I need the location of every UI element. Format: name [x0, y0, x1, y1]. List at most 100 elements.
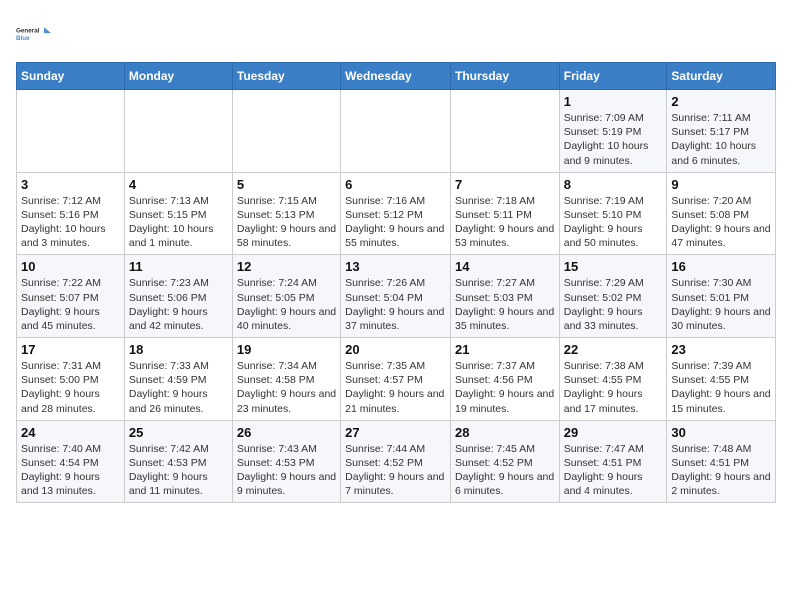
calendar-cell: 3 Sunrise: 7:12 AM Sunset: 5:16 PM Daylig…: [17, 172, 125, 255]
calendar-cell: [124, 90, 232, 173]
calendar-cell: 21Sunrise: 7:37 AM Sunset: 4:56 PM Dayli…: [450, 338, 559, 421]
day-number: 11: [129, 259, 228, 274]
calendar-cell: 1 Sunrise: 7:09 AM Sunset: 5:19 PM Daylig…: [559, 90, 667, 173]
day-info: Sunrise: 7:15 AM Sunset: 5:13 PM Dayligh…: [237, 194, 336, 251]
day-info: Sunrise: 7:23 AM Sunset: 5:06 PM Dayligh…: [129, 276, 228, 333]
calendar-cell: 24 Sunrise: 7:40 AM Sunset: 4:54 PM Dayli…: [17, 420, 125, 503]
calendar-cell: 9 Sunrise: 7:20 AM Sunset: 5:08 PM Daylig…: [667, 172, 776, 255]
calendar-cell: 13 Sunrise: 7:26 AM Sunset: 5:04 PM Dayli…: [341, 255, 451, 338]
calendar-cell: 30 Sunrise: 7:48 AM Sunset: 4:51 PM Dayli…: [667, 420, 776, 503]
day-info: Sunrise: 7:45 AM Sunset: 4:52 PM Dayligh…: [455, 442, 555, 499]
day-info: Sunrise: 7:43 AM Sunset: 4:53 PM Dayligh…: [237, 442, 336, 499]
calendar-cell: 6 Sunrise: 7:16 AM Sunset: 5:12 PM Daylig…: [341, 172, 451, 255]
day-info: Sunrise: 7:38 AM Sunset: 4:55 PM Dayligh…: [564, 359, 663, 416]
calendar-cell: 18Sunrise: 7:33 AM Sunset: 4:59 PM Dayli…: [124, 338, 232, 421]
calendar-cell: 2 Sunrise: 7:11 AM Sunset: 5:17 PM Daylig…: [667, 90, 776, 173]
calendar-week-row: 1 Sunrise: 7:09 AM Sunset: 5:19 PM Daylig…: [17, 90, 776, 173]
day-number: 21: [455, 342, 555, 357]
day-number: 9: [671, 177, 771, 192]
calendar-cell: 14 Sunrise: 7:27 AM Sunset: 5:03 PM Dayli…: [450, 255, 559, 338]
calendar-cell: 12 Sunrise: 7:24 AM Sunset: 5:05 PM Dayli…: [232, 255, 340, 338]
svg-text:Blue: Blue: [16, 35, 30, 42]
day-number: 18: [129, 342, 228, 357]
day-number: 15: [564, 259, 663, 274]
day-number: 3: [21, 177, 120, 192]
day-number: 12: [237, 259, 336, 274]
day-info: Sunrise: 7:20 AM Sunset: 5:08 PM Dayligh…: [671, 194, 771, 251]
day-number: 26: [237, 425, 336, 440]
day-number: 6: [345, 177, 446, 192]
day-number: 13: [345, 259, 446, 274]
day-info: Sunrise: 7:30 AM Sunset: 5:01 PM Dayligh…: [671, 276, 771, 333]
day-number: 7: [455, 177, 555, 192]
calendar-cell: 10 Sunrise: 7:22 AM Sunset: 5:07 PM Dayli…: [17, 255, 125, 338]
day-number: 22: [564, 342, 663, 357]
calendar-cell: 29 Sunrise: 7:47 AM Sunset: 4:51 PM Dayli…: [559, 420, 667, 503]
calendar-cell: [232, 90, 340, 173]
day-number: 27: [345, 425, 446, 440]
weekday-header-tuesday: Tuesday: [232, 63, 340, 90]
calendar-cell: 20 Sunrise: 7:35 AM Sunset: 4:57 PM Dayli…: [341, 338, 451, 421]
calendar-cell: 25 Sunrise: 7:42 AM Sunset: 4:53 PM Dayli…: [124, 420, 232, 503]
calendar-week-row: 24 Sunrise: 7:40 AM Sunset: 4:54 PM Dayli…: [17, 420, 776, 503]
weekday-header-wednesday: Wednesday: [341, 63, 451, 90]
day-info: Sunrise: 7:22 AM Sunset: 5:07 PM Dayligh…: [21, 276, 120, 333]
calendar-body: 1 Sunrise: 7:09 AM Sunset: 5:19 PM Daylig…: [17, 90, 776, 503]
calendar-week-row: 3 Sunrise: 7:12 AM Sunset: 5:16 PM Daylig…: [17, 172, 776, 255]
calendar-cell: [341, 90, 451, 173]
calendar-cell: 8Sunrise: 7:19 AM Sunset: 5:10 PM Daylig…: [559, 172, 667, 255]
day-number: 17: [21, 342, 120, 357]
logo-icon: GeneralBlue: [16, 16, 52, 52]
calendar-cell: 7 Sunrise: 7:18 AM Sunset: 5:11 PM Daylig…: [450, 172, 559, 255]
day-info: Sunrise: 7:11 AM Sunset: 5:17 PM Dayligh…: [671, 111, 771, 168]
calendar-cell: 19 Sunrise: 7:34 AM Sunset: 4:58 PM Dayli…: [232, 338, 340, 421]
day-number: 14: [455, 259, 555, 274]
day-info: Sunrise: 7:47 AM Sunset: 4:51 PM Dayligh…: [564, 442, 663, 499]
day-number: 19: [237, 342, 336, 357]
weekday-header-friday: Friday: [559, 63, 667, 90]
day-number: 2: [671, 94, 771, 109]
weekday-header-monday: Monday: [124, 63, 232, 90]
day-number: 30: [671, 425, 771, 440]
calendar-table: SundayMondayTuesdayWednesdayThursdayFrid…: [16, 62, 776, 503]
svg-text:General: General: [16, 28, 40, 35]
day-info: Sunrise: 7:39 AM Sunset: 4:55 PM Dayligh…: [671, 359, 771, 416]
day-info: Sunrise: 7:34 AM Sunset: 4:58 PM Dayligh…: [237, 359, 336, 416]
day-number: 29: [564, 425, 663, 440]
day-number: 4: [129, 177, 228, 192]
day-number: 20: [345, 342, 446, 357]
day-info: Sunrise: 7:09 AM Sunset: 5:19 PM Dayligh…: [564, 111, 663, 168]
day-number: 10: [21, 259, 120, 274]
day-info: Sunrise: 7:48 AM Sunset: 4:51 PM Dayligh…: [671, 442, 771, 499]
day-info: Sunrise: 7:24 AM Sunset: 5:05 PM Dayligh…: [237, 276, 336, 333]
day-info: Sunrise: 7:35 AM Sunset: 4:57 PM Dayligh…: [345, 359, 446, 416]
day-info: Sunrise: 7:18 AM Sunset: 5:11 PM Dayligh…: [455, 194, 555, 251]
day-number: 25: [129, 425, 228, 440]
calendar-cell: 27 Sunrise: 7:44 AM Sunset: 4:52 PM Dayli…: [341, 420, 451, 503]
day-number: 1: [564, 94, 663, 109]
day-info: Sunrise: 7:27 AM Sunset: 5:03 PM Dayligh…: [455, 276, 555, 333]
day-info: Sunrise: 7:26 AM Sunset: 5:04 PM Dayligh…: [345, 276, 446, 333]
day-info: Sunrise: 7:19 AM Sunset: 5:10 PM Dayligh…: [564, 194, 663, 251]
day-info: Sunrise: 7:44 AM Sunset: 4:52 PM Dayligh…: [345, 442, 446, 499]
day-number: 5: [237, 177, 336, 192]
day-number: 23: [671, 342, 771, 357]
day-info: Sunrise: 7:12 AM Sunset: 5:16 PM Dayligh…: [21, 194, 120, 251]
weekday-header-sunday: Sunday: [17, 63, 125, 90]
calendar-cell: 15 Sunrise: 7:29 AM Sunset: 5:02 PM Dayli…: [559, 255, 667, 338]
day-number: 24: [21, 425, 120, 440]
calendar-cell: 26 Sunrise: 7:43 AM Sunset: 4:53 PM Dayli…: [232, 420, 340, 503]
calendar-cell: 16 Sunrise: 7:30 AM Sunset: 5:01 PM Dayli…: [667, 255, 776, 338]
calendar-cell: 22 Sunrise: 7:38 AM Sunset: 4:55 PM Dayli…: [559, 338, 667, 421]
calendar-cell: [17, 90, 125, 173]
day-info: Sunrise: 7:16 AM Sunset: 5:12 PM Dayligh…: [345, 194, 446, 251]
day-info: Sunrise: 7:13 AM Sunset: 5:15 PM Dayligh…: [129, 194, 228, 251]
day-number: 16: [671, 259, 771, 274]
calendar-cell: 5 Sunrise: 7:15 AM Sunset: 5:13 PM Daylig…: [232, 172, 340, 255]
day-info: Sunrise: 7:42 AM Sunset: 4:53 PM Dayligh…: [129, 442, 228, 499]
day-info: Sunrise: 7:29 AM Sunset: 5:02 PM Dayligh…: [564, 276, 663, 333]
calendar-cell: 28 Sunrise: 7:45 AM Sunset: 4:52 PM Dayli…: [450, 420, 559, 503]
calendar-cell: 11 Sunrise: 7:23 AM Sunset: 5:06 PM Dayli…: [124, 255, 232, 338]
day-info: Sunrise: 7:40 AM Sunset: 4:54 PM Dayligh…: [21, 442, 120, 499]
day-number: 28: [455, 425, 555, 440]
